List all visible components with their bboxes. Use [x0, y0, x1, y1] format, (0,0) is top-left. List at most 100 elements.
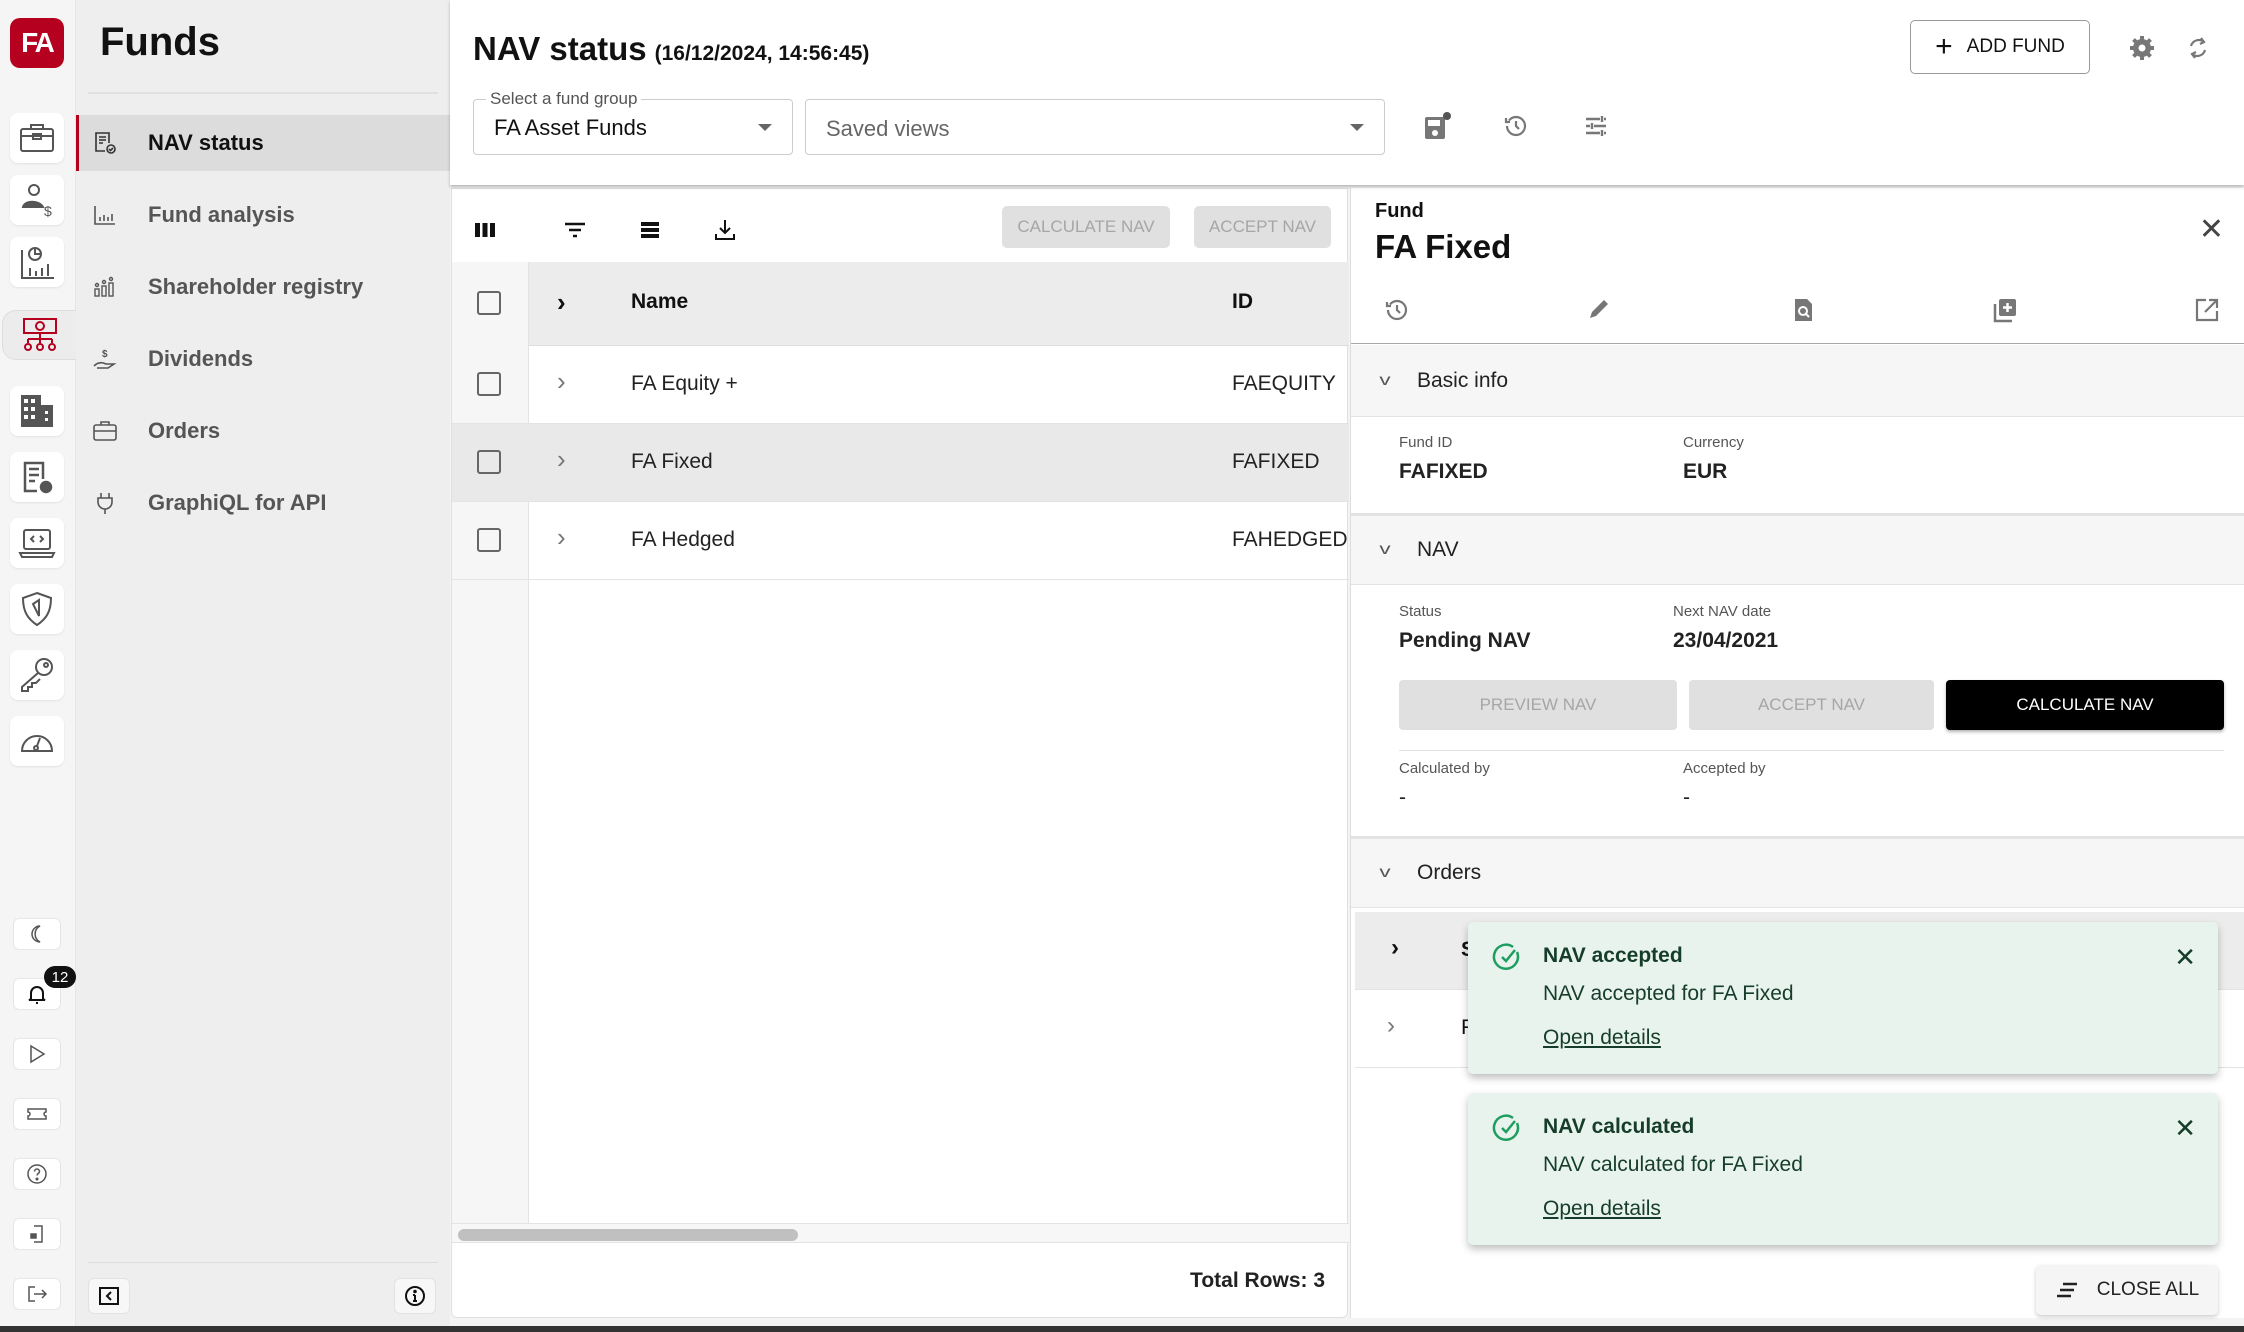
scrollbar-thumb[interactable]: [458, 1229, 798, 1241]
briefcase-icon: [93, 421, 117, 441]
calculate-nav-button[interactable]: CALCULATE NAV: [1946, 680, 2224, 730]
app-logo[interactable]: FA: [10, 18, 64, 68]
column-header-id[interactable]: ID: [1232, 290, 1253, 314]
chevron-right-icon[interactable]: ›: [1391, 934, 1399, 962]
nav-item-shareholder-registry[interactable]: Shareholder registry: [76, 259, 450, 315]
open-details-link[interactable]: Open details: [1543, 1197, 1661, 1221]
field-label: Calculated by: [1399, 760, 1490, 777]
section-header-orders[interactable]: v Orders: [1351, 836, 2244, 908]
fund-group-value: FA Asset Funds: [494, 115, 647, 140]
chevron-right-icon[interactable]: ›: [557, 366, 566, 397]
chevron-right-icon[interactable]: ›: [557, 444, 566, 475]
collapse-panel-button[interactable]: [88, 1278, 130, 1314]
nav-item-dividends[interactable]: $ Dividends: [76, 331, 450, 387]
column-header-name[interactable]: Name: [631, 290, 688, 314]
inspect-button[interactable]: [1787, 294, 1819, 326]
cell-name: FA Equity +: [631, 372, 738, 395]
fund-group-select[interactable]: Select a fund group FA Asset Funds: [473, 89, 793, 155]
rail-report-settings-button[interactable]: [10, 452, 64, 502]
nav-item-label: NAV status: [148, 130, 264, 155]
select-all-checkbox[interactable]: [477, 291, 501, 315]
rail-portfolio-button[interactable]: [10, 113, 64, 163]
expand-all-icon[interactable]: ›: [557, 287, 566, 318]
toast-title: NAV calculated: [1543, 1115, 1695, 1138]
briefcase-icon: [20, 124, 54, 152]
help-button[interactable]: [13, 1158, 61, 1190]
moon-icon: [31, 925, 41, 943]
open-external-button[interactable]: [2191, 294, 2223, 326]
filter-button[interactable]: [560, 215, 590, 245]
chevron-right-icon[interactable]: ›: [557, 522, 566, 553]
view-settings-button[interactable]: [1580, 110, 1612, 142]
rail-developer-button[interactable]: [10, 518, 64, 568]
nav-item-orders[interactable]: Orders: [76, 403, 450, 459]
open-details-link[interactable]: Open details: [1543, 1026, 1661, 1050]
cell-name: FA Fixed: [631, 450, 713, 473]
density-button[interactable]: [635, 215, 665, 245]
logout-button[interactable]: [13, 1278, 61, 1310]
person-dollar-icon: $: [21, 184, 52, 219]
collapse-left-icon: [99, 1287, 119, 1305]
section-header-basic-info[interactable]: v Basic info: [1351, 345, 2244, 417]
lock-screen-button[interactable]: [13, 1218, 61, 1250]
preview-nav-button[interactable]: PREVIEW NAV: [1399, 680, 1677, 730]
nav-item-label: Fund analysis: [148, 202, 295, 227]
columns-button[interactable]: [470, 215, 500, 245]
refresh-button[interactable]: [2182, 32, 2214, 64]
row-checkbox[interactable]: [477, 372, 501, 396]
divider: [88, 92, 438, 94]
rail-funds-button[interactable]: [2, 310, 76, 360]
play-button[interactable]: [13, 1038, 61, 1070]
rail-analytics-button[interactable]: [10, 237, 64, 287]
info-button[interactable]: [394, 1278, 436, 1314]
edit-button[interactable]: [1583, 294, 1615, 326]
chevron-down-icon: [758, 124, 772, 131]
save-view-button[interactable]: [1421, 110, 1453, 142]
document-gear-icon: [23, 461, 53, 494]
row-checkbox[interactable]: [477, 450, 501, 474]
rail-contacts-button[interactable]: $: [10, 175, 64, 225]
close-icon[interactable]: ✕: [2199, 212, 2224, 247]
ticket-button[interactable]: [13, 1098, 61, 1130]
toast-message: NAV accepted for FA Fixed: [1543, 982, 1794, 1005]
table-row[interactable]: › FA Hedged FAHEDGED: [452, 502, 1349, 580]
close-icon[interactable]: ✕: [2174, 1113, 2196, 1144]
close-all-button[interactable]: CLOSE ALL: [2036, 1265, 2218, 1315]
accept-nav-button[interactable]: ACCEPT NAV: [1689, 680, 1934, 730]
check-circle-icon: [1492, 1114, 1520, 1141]
view-history-button[interactable]: [1500, 110, 1532, 142]
rail-security-button[interactable]: [10, 584, 64, 634]
rail-dashboard-button[interactable]: [10, 716, 64, 766]
row-checkbox[interactable]: [477, 528, 501, 552]
table-row[interactable]: › FA Equity + FAEQUITY: [452, 346, 1349, 424]
field-label: Accepted by: [1683, 760, 1766, 777]
history-button[interactable]: [1381, 294, 1413, 326]
total-rows: Total Rows: 3: [1190, 1269, 1325, 1292]
notification-count-badge: 12: [44, 966, 76, 988]
accept-nav-button[interactable]: ACCEPT NAV: [1194, 206, 1331, 248]
duplicate-button[interactable]: [1989, 294, 2021, 326]
rail-companies-button[interactable]: [10, 386, 64, 436]
close-icon[interactable]: ✕: [2174, 942, 2196, 973]
add-fund-button[interactable]: + ADD FUND: [1910, 20, 2090, 74]
cell-id: FAEQUITY: [1232, 372, 1336, 395]
section-header-nav[interactable]: v NAV: [1351, 513, 2244, 585]
divider: [1399, 750, 2224, 751]
horizontal-scrollbar[interactable]: [452, 1223, 1349, 1243]
nav-item-graphiql[interactable]: GraphiQL for API: [76, 475, 450, 531]
nav-item-nav-status[interactable]: NAV status: [76, 115, 450, 171]
saved-views-select[interactable]: Saved views: [805, 99, 1385, 155]
table-row[interactable]: › FA Fixed FAFIXED: [452, 424, 1349, 502]
nav-status-value: Pending NAV: [1399, 629, 1531, 652]
rail-keys-button[interactable]: [10, 650, 64, 700]
save-icon: [1425, 112, 1451, 139]
calculate-nav-button[interactable]: CALCULATE NAV: [1002, 206, 1170, 248]
chevron-right-icon[interactable]: ›: [1387, 1012, 1395, 1040]
document-check-icon: [95, 132, 116, 154]
nav-item-fund-analysis[interactable]: Fund analysis: [76, 187, 450, 243]
sliders-icon: [1586, 116, 1606, 136]
settings-button[interactable]: [2126, 32, 2158, 64]
dark-mode-toggle[interactable]: [13, 918, 61, 950]
export-button[interactable]: [710, 215, 740, 245]
window-bottom-edge: [0, 1326, 2244, 1332]
